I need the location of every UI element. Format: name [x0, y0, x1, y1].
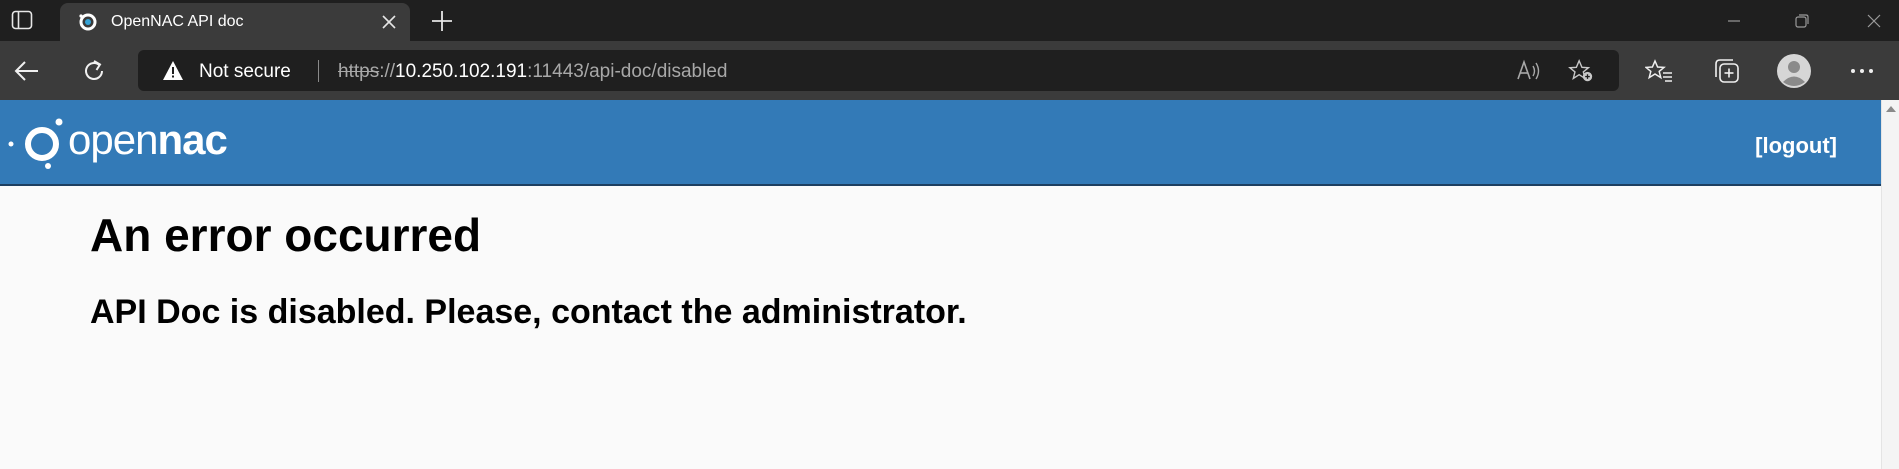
security-status-label[interactable]: Not secure: [199, 61, 291, 83]
star-add-icon: [1568, 59, 1593, 82]
close-window-icon: [1867, 14, 1881, 28]
add-favorite-button[interactable]: [1568, 58, 1594, 84]
url-text[interactable]: https://10.250.102.191:11443/api-doc/dis…: [338, 61, 727, 83]
new-tab-button[interactable]: [428, 7, 456, 35]
restore-icon: [1795, 14, 1809, 28]
favorites-icon: [1645, 59, 1672, 82]
refresh-icon: [85, 60, 103, 80]
minimize-icon: [1728, 20, 1740, 22]
close-window-button[interactable]: [1852, 6, 1896, 36]
more-icon: [1851, 69, 1873, 73]
page-scrollbar[interactable]: [1881, 100, 1899, 469]
scroll-up-arrow-icon[interactable]: [1886, 106, 1896, 112]
settings-menu-button[interactable]: [1845, 54, 1879, 88]
address-bar[interactable]: Not secure https://10.250.102.191:11443/…: [138, 50, 1619, 91]
warning-icon: [163, 61, 183, 80]
restore-button[interactable]: [1780, 6, 1824, 36]
close-icon: [382, 15, 396, 29]
browser-toolbar: Not secure https://10.250.102.191:11443/…: [0, 41, 1899, 100]
plus-icon: [432, 11, 452, 31]
logo-wordmark: opennac: [68, 116, 228, 164]
error-message: API Doc is disabled. Please, contact the…: [90, 293, 967, 331]
tab-close-button[interactable]: [380, 13, 398, 31]
logout-link[interactable]: [logout]: [1755, 133, 1837, 159]
tab-title: OpenNAC API doc: [111, 13, 244, 30]
address-divider: [318, 60, 319, 82]
favorites-button[interactable]: [1642, 54, 1676, 88]
minimize-button[interactable]: [1712, 6, 1756, 36]
tab-actions-icon: [11, 10, 33, 30]
read-aloud-button[interactable]: [1516, 58, 1542, 84]
url-host: 10.250.102.191: [395, 61, 528, 82]
browser-titlebar: OpenNAC API doc: [0, 0, 1899, 41]
opennac-logo[interactable]: opennac: [8, 110, 268, 174]
url-path: :11443/api-doc/disabled: [527, 61, 728, 82]
refresh-button[interactable]: [77, 54, 111, 88]
opennac-favicon-icon: [79, 13, 97, 31]
read-aloud-icon: [1517, 59, 1540, 80]
app-header: opennac [logout]: [0, 100, 1881, 186]
logo-wordmark-light: open: [68, 116, 158, 163]
collections-button[interactable]: [1710, 54, 1744, 88]
avatar-icon: [1777, 54, 1811, 88]
tab-actions-button[interactable]: [8, 8, 36, 32]
url-separator: ://: [379, 61, 396, 82]
page-content: opennac [logout] An error occurred API D…: [0, 100, 1881, 469]
collections-icon: [1715, 59, 1739, 83]
browser-tab-active[interactable]: OpenNAC API doc: [60, 3, 410, 41]
opennac-logo-mark-icon: [8, 118, 63, 169]
back-button[interactable]: [10, 54, 44, 88]
url-scheme: https: [338, 61, 380, 82]
error-title: An error occurred: [90, 209, 482, 261]
profile-button[interactable]: [1777, 54, 1811, 88]
logo-wordmark-bold: nac: [157, 116, 227, 163]
arrow-left-icon: [14, 61, 38, 81]
